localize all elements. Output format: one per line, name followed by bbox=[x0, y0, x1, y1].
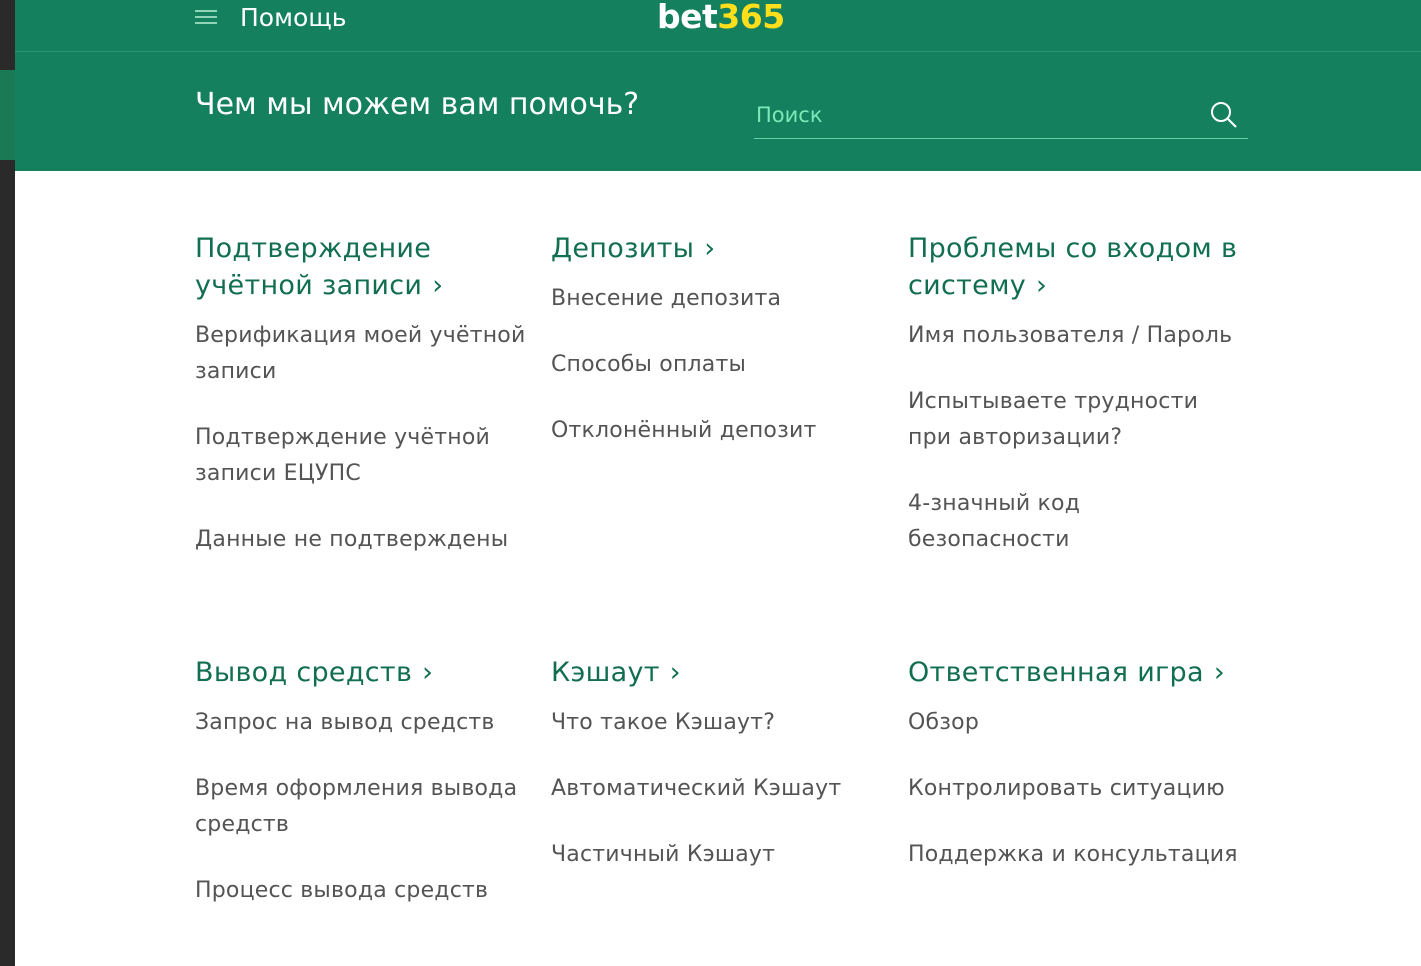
help-link[interactable]: Испытываете трудности при авторизации? bbox=[908, 384, 1248, 456]
help-link[interactable]: Частичный Кэшаут bbox=[551, 837, 891, 873]
help-link[interactable]: Способы оплаты bbox=[551, 347, 891, 383]
category-title[interactable]: Ответственная игра › bbox=[908, 654, 1248, 691]
category-title-text: Проблемы со входом в систему bbox=[908, 233, 1238, 301]
search-icon[interactable] bbox=[1209, 100, 1239, 130]
help-link[interactable]: Имя пользователя / Пароль bbox=[908, 318, 1248, 354]
help-link[interactable]: Контролировать ситуацию bbox=[908, 771, 1248, 807]
category-title[interactable]: Проблемы со входом в систему › bbox=[908, 230, 1248, 304]
category-links: Имя пользователя / Пароль Испытываете тр… bbox=[908, 318, 1248, 558]
category-title-text: Подтверждение учётной записи bbox=[195, 233, 432, 301]
help-link[interactable]: Внесение депозита bbox=[551, 281, 891, 317]
category-responsible-gambling: Ответственная игра › Обзор Контролировать… bbox=[908, 654, 1248, 903]
category-title-text: Вывод средств bbox=[195, 657, 413, 688]
category-links: Запрос на вывод средств Время оформления… bbox=[195, 705, 535, 909]
help-link[interactable]: Отклонённый депозит bbox=[551, 413, 891, 449]
chevron-right-icon: › bbox=[1213, 657, 1225, 688]
category-links: Что такое Кэшаут? Автоматический Кэшаут … bbox=[551, 705, 891, 873]
help-link[interactable]: Время оформления вывода средств bbox=[195, 771, 535, 843]
help-link[interactable]: Поддержка и консультация bbox=[908, 837, 1248, 873]
browser-left-edge bbox=[0, 0, 15, 966]
category-title-text: Кэшаут bbox=[551, 657, 660, 688]
bet365-logo[interactable]: bet365 bbox=[657, 0, 785, 36]
category-cashout: Кэшаут › Что такое Кэшаут? Автоматический… bbox=[551, 654, 891, 903]
help-link[interactable]: Автоматический Кэшаут bbox=[551, 771, 891, 807]
help-link[interactable]: Данные не подтверждены bbox=[195, 522, 535, 558]
help-link[interactable]: Верификация моей учётной записи bbox=[195, 318, 535, 390]
help-link[interactable]: Что такое Кэшаут? bbox=[551, 705, 891, 741]
help-link[interactable]: 4-значный код безопасности bbox=[908, 486, 1248, 558]
help-link[interactable]: Подтверждение учётной записи ЕЦУПС bbox=[195, 420, 535, 492]
help-link[interactable]: Запрос на вывод средств bbox=[195, 705, 535, 741]
category-title-text: Депозиты bbox=[551, 233, 695, 264]
chevron-right-icon: › bbox=[1036, 270, 1048, 301]
category-title[interactable]: Кэшаут › bbox=[551, 654, 891, 691]
help-link[interactable]: Обзор bbox=[908, 705, 1248, 741]
category-links: Внесение депозита Способы оплаты Отклонё… bbox=[551, 281, 891, 449]
category-title[interactable]: Депозиты › bbox=[551, 230, 891, 267]
edge-accent bbox=[0, 70, 15, 160]
hamburger-menu-icon[interactable] bbox=[195, 6, 217, 26]
category-links: Верификация моей учётной записи Подтверж… bbox=[195, 318, 535, 558]
category-links: Обзор Контролировать ситуацию Поддержка … bbox=[908, 705, 1248, 873]
search-input[interactable] bbox=[754, 96, 1198, 134]
category-deposits: Депозиты › Внесение депозита Способы опла… bbox=[551, 230, 891, 479]
category-withdrawals: Вывод средств › Запрос на вывод средств В… bbox=[195, 654, 535, 939]
chevron-right-icon: › bbox=[422, 657, 434, 688]
category-account-verification: Подтверждение учётной записи › Верификаци… bbox=[195, 230, 535, 588]
chevron-right-icon: › bbox=[669, 657, 681, 688]
category-title[interactable]: Вывод средств › bbox=[195, 654, 535, 691]
hero-title: Чем мы можем вам помочь? bbox=[195, 87, 640, 122]
search-box bbox=[754, 96, 1248, 139]
logo-bet-text: bet bbox=[657, 0, 718, 36]
help-title[interactable]: Помощь bbox=[240, 3, 347, 32]
category-title[interactable]: Подтверждение учётной записи › bbox=[195, 230, 535, 304]
logo-365-text: 365 bbox=[717, 0, 785, 36]
chevron-right-icon: › bbox=[432, 270, 444, 301]
category-login-problems: Проблемы со входом в систему › Имя пользо… bbox=[908, 230, 1248, 588]
chevron-right-icon: › bbox=[704, 233, 716, 264]
category-title-text: Ответственная игра bbox=[908, 657, 1204, 688]
top-header: Помощь bet365 bbox=[15, 0, 1421, 52]
hero-banner: Чем мы можем вам помочь? bbox=[15, 52, 1421, 171]
help-link[interactable]: Процесс вывода средств bbox=[195, 873, 535, 909]
